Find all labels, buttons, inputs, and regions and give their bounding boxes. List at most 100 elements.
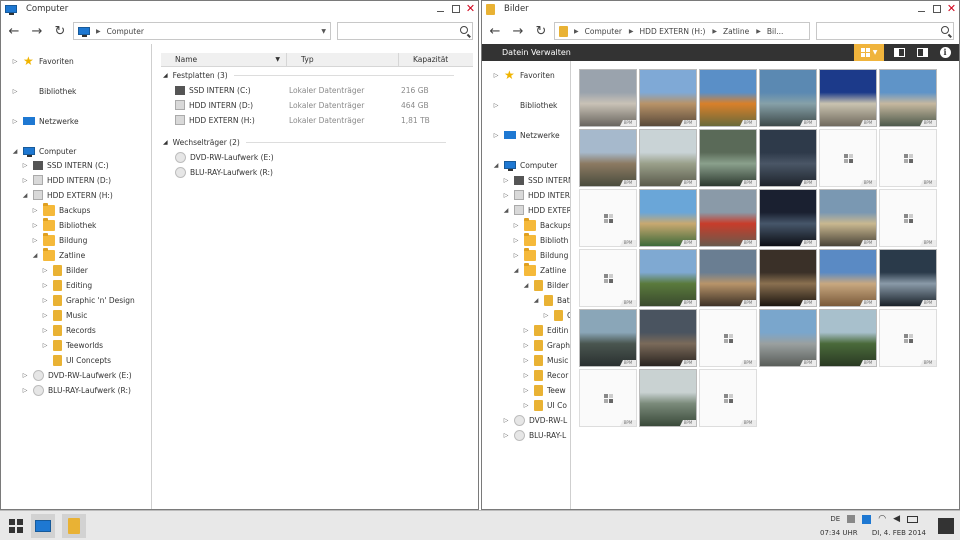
- tree-item[interactable]: ◢ Computer: [492, 158, 557, 172]
- collapsed-arrow-icon[interactable]: ▷: [512, 222, 520, 229]
- address-bar[interactable]: ▶ Computer ▶ HDD EXTERN (H:) ▶ Zatline ▶…: [554, 22, 810, 40]
- tree-item[interactable]: ▷ Bilder: [41, 263, 88, 277]
- drive-row[interactable]: HDD INTERN (D:) Lokaler Datenträger 464 GB: [175, 98, 429, 112]
- maximize-button[interactable]: [450, 3, 461, 14]
- volume-icon[interactable]: ◀: [893, 514, 900, 524]
- image-thumbnail[interactable]: BPM: [759, 309, 817, 367]
- collapsed-arrow-icon[interactable]: ▷: [41, 312, 49, 319]
- chevron-down-icon[interactable]: ▼: [321, 28, 326, 35]
- drive-row[interactable]: SSD INTERN (C:) Lokaler Datenträger 216 GB: [175, 83, 429, 97]
- image-thumbnail[interactable]: BPM: [639, 249, 697, 307]
- back-button[interactable]: ←: [4, 21, 24, 41]
- dropbox-icon[interactable]: [862, 514, 872, 524]
- collapsed-arrow-icon[interactable]: ▷: [41, 282, 49, 289]
- tree-item[interactable]: ▷ Bibliothek: [31, 217, 96, 232]
- address-bar[interactable]: ▶ Computer ▼: [73, 22, 331, 40]
- tree-item[interactable]: ▷ Graphic 'n' Design: [41, 293, 135, 307]
- breadcrumb-computer[interactable]: Computer: [585, 27, 622, 36]
- search-input[interactable]: [816, 22, 954, 40]
- collapsed-arrow-icon[interactable]: ▷: [41, 342, 49, 349]
- tree-item[interactable]: ▷ Bibliothek: [492, 98, 558, 112]
- search-icon[interactable]: [460, 26, 468, 34]
- collapsed-arrow-icon[interactable]: ▷: [522, 327, 530, 334]
- refresh-button[interactable]: ↻: [531, 21, 551, 41]
- image-thumbnail[interactable]: BPM: [699, 249, 757, 307]
- tree-item[interactable]: ▷ Bildung: [512, 247, 568, 262]
- collapsed-arrow-icon[interactable]: ▷: [11, 88, 19, 95]
- tree-item[interactable]: ▷ UI Co: [522, 398, 567, 412]
- image-thumbnail[interactable]: BPM: [879, 249, 937, 307]
- collapsed-arrow-icon[interactable]: ▷: [522, 387, 530, 394]
- minimize-button[interactable]: [435, 3, 446, 14]
- image-thumbnail[interactable]: BPM: [699, 309, 757, 367]
- clock[interactable]: 07:34 UHR DI, 4. FEB 2014: [820, 529, 926, 537]
- image-thumbnail[interactable]: BPM: [759, 249, 817, 307]
- drive-row[interactable]: BLU-RAY-Laufwerk (R:): [175, 165, 402, 179]
- tree-item[interactable]: ▷ Teew: [522, 383, 566, 397]
- tree-item[interactable]: ▷ HDD INTERN (D:): [21, 173, 111, 187]
- tree-item[interactable]: ▷ Recor: [522, 368, 568, 382]
- breadcrumb-computer[interactable]: Computer: [107, 27, 144, 36]
- tree-item[interactable]: ▷ Backups: [512, 217, 570, 232]
- collapsed-arrow-icon[interactable]: ▷: [502, 417, 510, 424]
- tree-item[interactable]: ◢ HDD EXTERN (H:): [21, 188, 113, 202]
- forward-button[interactable]: →: [508, 21, 528, 41]
- tree-item[interactable]: ▷ Bibliothek: [11, 84, 77, 98]
- image-thumbnail[interactable]: BPM: [579, 369, 637, 427]
- collapsed-arrow-icon[interactable]: ▷: [31, 237, 39, 244]
- image-thumbnail[interactable]: BPM: [639, 129, 697, 187]
- tree-item[interactable]: ◢ Bilder: [522, 278, 569, 292]
- collapsed-arrow-icon[interactable]: ▷: [542, 312, 550, 319]
- image-thumbnail[interactable]: BPM: [639, 69, 697, 127]
- info-button[interactable]: i: [936, 44, 954, 61]
- tree-item[interactable]: ◢ Computer: [11, 144, 76, 158]
- search-icon[interactable]: [941, 26, 949, 34]
- column-type[interactable]: Typ: [287, 53, 399, 66]
- image-thumbnail[interactable]: BPM: [699, 189, 757, 247]
- collapsed-arrow-icon[interactable]: ▷: [492, 72, 500, 79]
- collapsed-arrow-icon[interactable]: ▷: [512, 237, 520, 244]
- wifi-icon[interactable]: ◠: [878, 514, 886, 524]
- title-bar[interactable]: Bilder ✕: [482, 1, 959, 17]
- tree-item[interactable]: ◢ Zatline: [512, 262, 566, 277]
- collapsed-arrow-icon[interactable]: ▷: [502, 432, 510, 439]
- collapsed-arrow-icon[interactable]: ▷: [522, 372, 530, 379]
- manage-files-button[interactable]: Datein Verwalten: [502, 48, 571, 57]
- tree-item[interactable]: ◢ Zatline: [31, 247, 85, 262]
- expanded-arrow-icon[interactable]: ◢: [11, 148, 19, 155]
- refresh-button[interactable]: ↻: [50, 21, 70, 41]
- tree-item[interactable]: ▷ Music: [522, 353, 568, 367]
- expanded-arrow-icon[interactable]: ◢: [512, 267, 520, 274]
- group-header[interactable]: ◢ Festplatten (3): [163, 68, 454, 82]
- breadcrumb-bilder[interactable]: Bil...: [767, 27, 783, 36]
- tree-item[interactable]: ▷ Records: [41, 323, 96, 337]
- title-bar[interactable]: Computer ✕: [1, 1, 478, 17]
- minimize-button[interactable]: [916, 3, 927, 14]
- tree-item[interactable]: ◢ HDD EXTER: [502, 203, 570, 217]
- collapsed-arrow-icon[interactable]: ▷: [31, 207, 39, 214]
- tree-item[interactable]: ▷ BLU-RAY-L: [502, 428, 566, 442]
- tree-item[interactable]: ◢ Bat: [532, 293, 570, 307]
- tree-item[interactable]: ▷C: [542, 308, 570, 322]
- image-thumbnail[interactable]: BPM: [759, 69, 817, 127]
- tree-item[interactable]: ▷ SSD INTERN: [502, 173, 570, 187]
- tree-item[interactable]: ▷ SSD INTERN (C:): [21, 158, 109, 172]
- expanded-arrow-icon[interactable]: ◢: [21, 192, 29, 199]
- tree-item[interactable]: ▷ Graph: [522, 338, 570, 352]
- expanded-arrow-icon[interactable]: ◢: [163, 139, 168, 146]
- image-thumbnail[interactable]: BPM: [699, 129, 757, 187]
- expanded-arrow-icon[interactable]: ◢: [502, 207, 510, 214]
- collapsed-arrow-icon[interactable]: ▷: [522, 402, 530, 409]
- image-thumbnail[interactable]: BPM: [879, 309, 937, 367]
- image-thumbnail[interactable]: BPM: [879, 189, 937, 247]
- collapsed-arrow-icon[interactable]: ▷: [522, 342, 530, 349]
- group-header[interactable]: ◢ Wechselträger (2): [163, 135, 446, 149]
- tree-item[interactable]: ▷ ★ Favoriten: [492, 68, 555, 82]
- tree-item[interactable]: ▷ DVD-RW-Laufwerk (E:): [21, 368, 132, 382]
- collapsed-arrow-icon[interactable]: ▷: [492, 102, 500, 109]
- expanded-arrow-icon[interactable]: ◢: [31, 252, 39, 259]
- collapsed-arrow-icon[interactable]: ▷: [11, 118, 19, 125]
- image-thumbnail[interactable]: BPM: [819, 189, 877, 247]
- expanded-arrow-icon[interactable]: ◢: [532, 297, 540, 304]
- image-thumbnail[interactable]: BPM: [699, 369, 757, 427]
